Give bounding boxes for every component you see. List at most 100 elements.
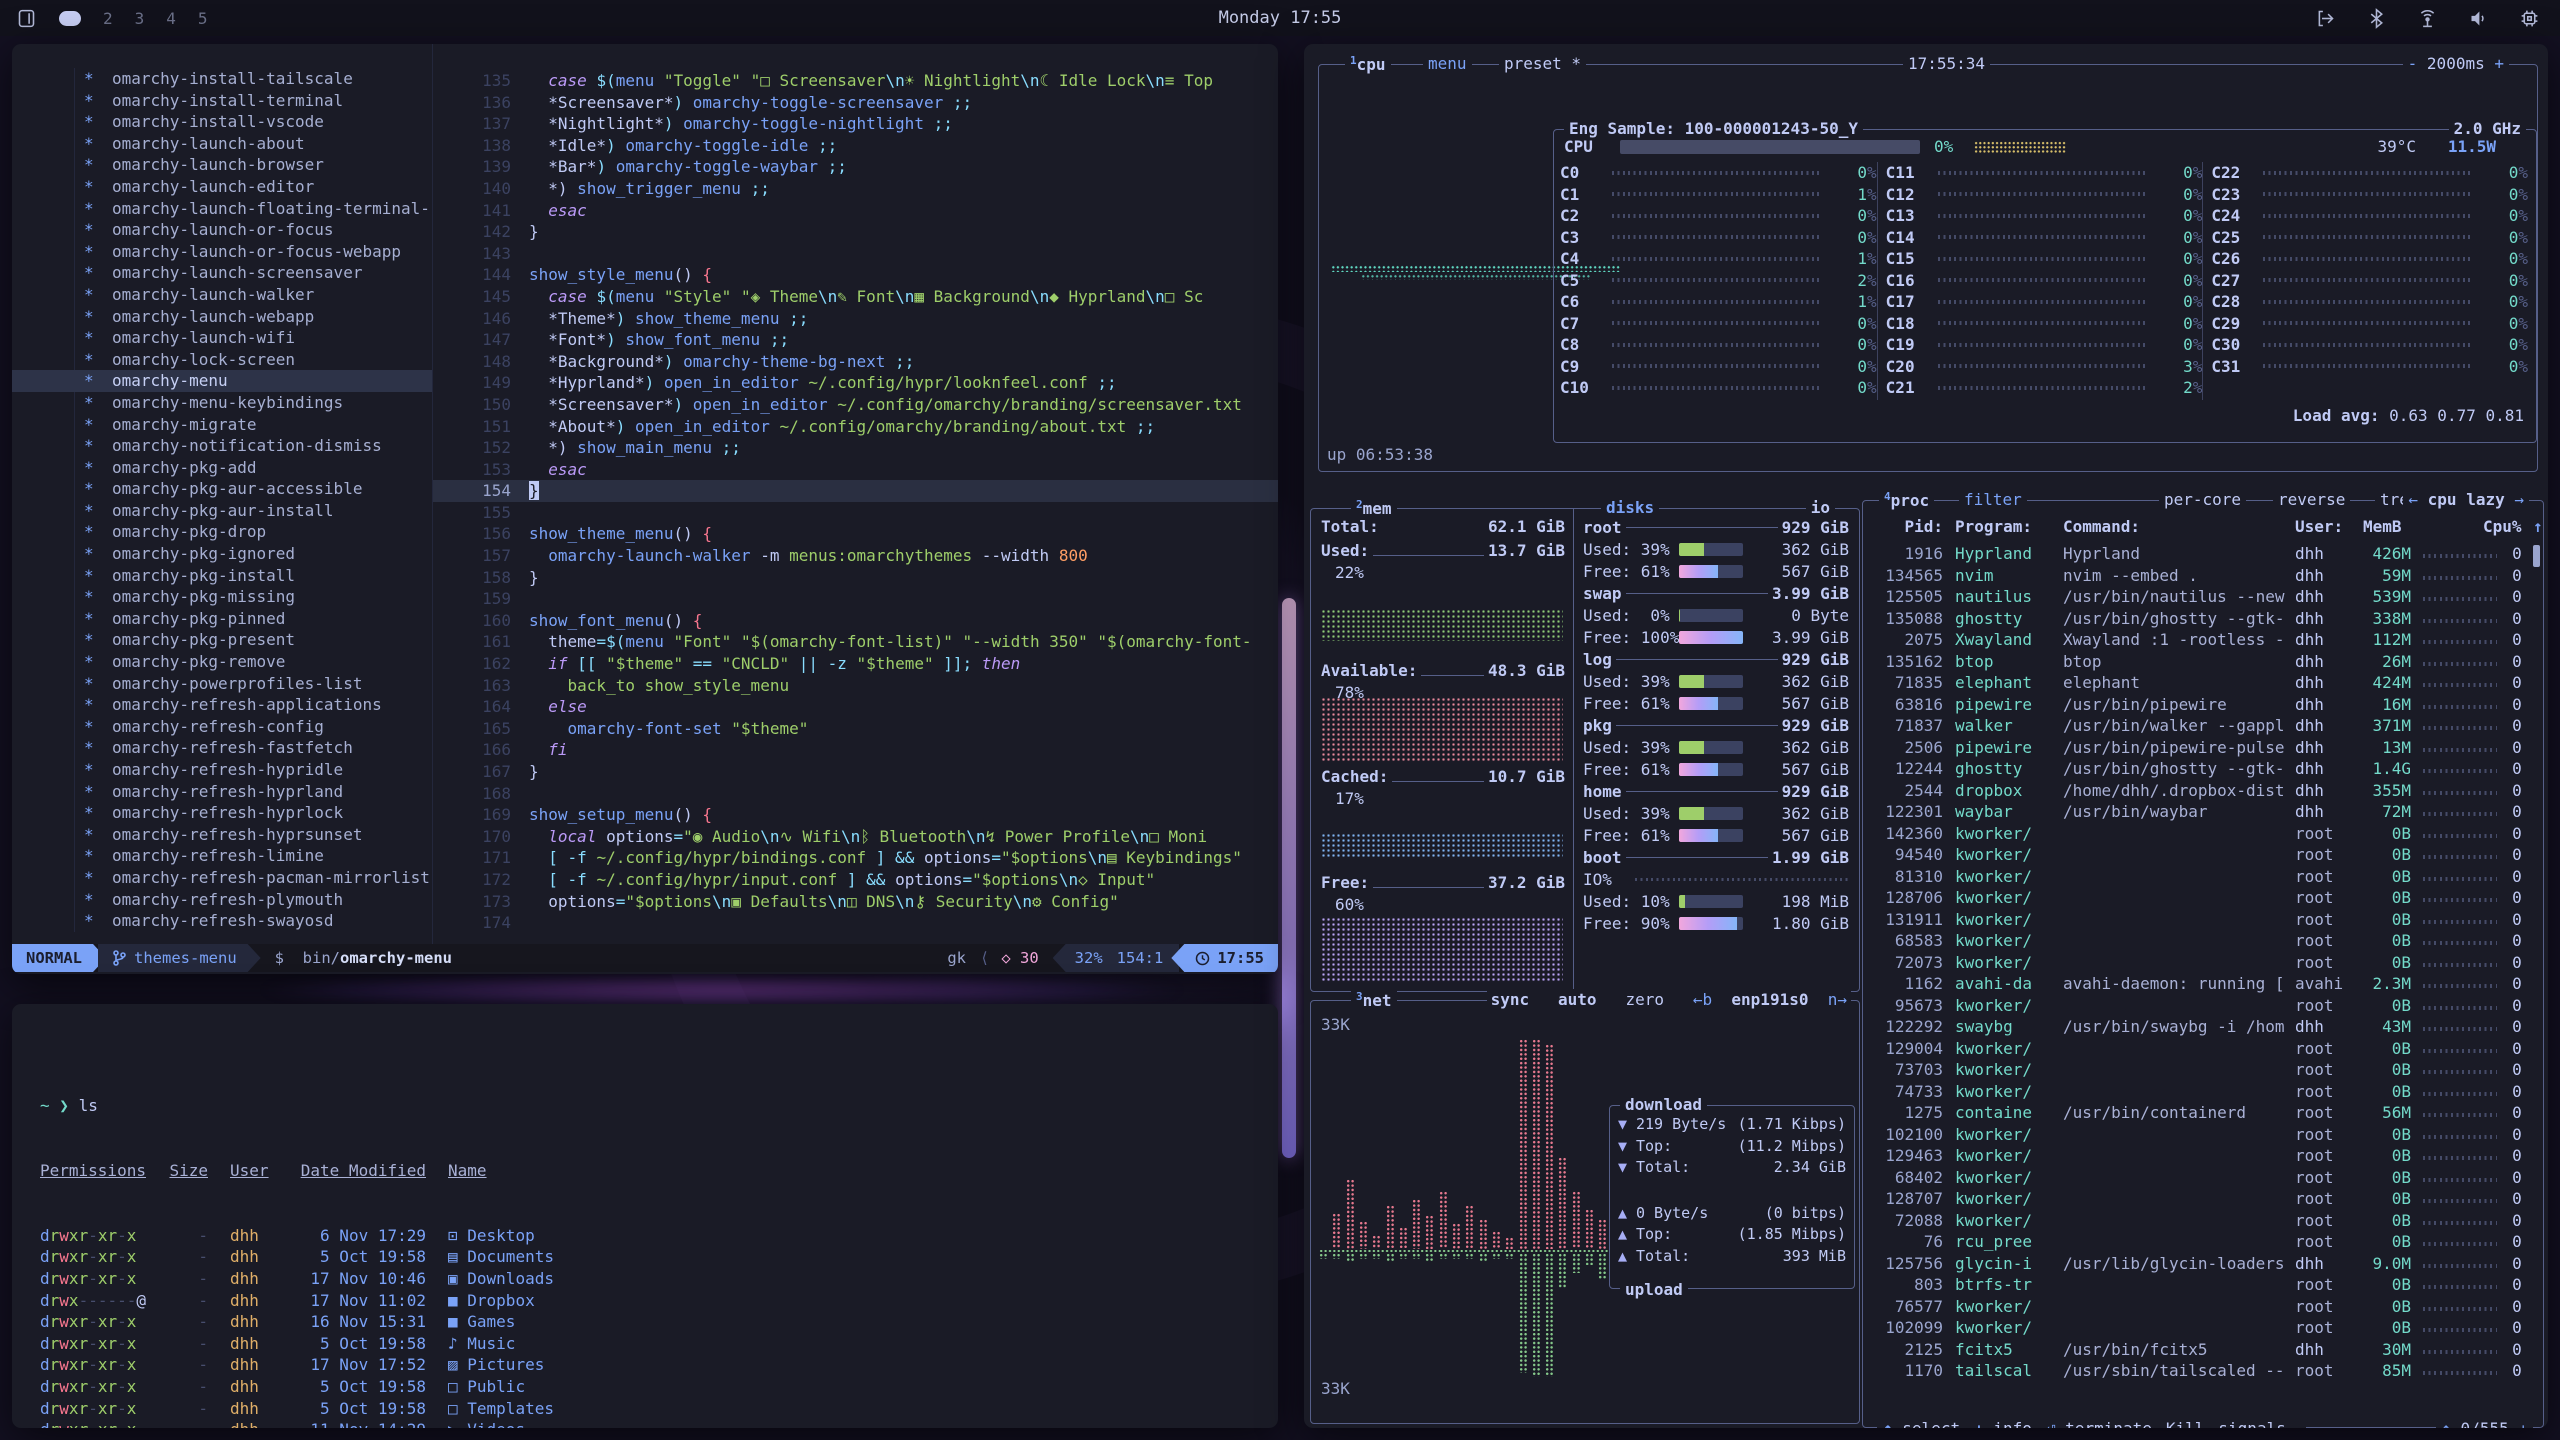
file-list-item[interactable]: *omarchy-refresh-hypridle	[12, 759, 432, 781]
process-row[interactable]: 131911 kworker/ root 0B 0.0	[1871, 909, 2521, 931]
proc-percore-button[interactable]: per-core	[2159, 490, 2246, 509]
proc-scrollbar[interactable]	[2533, 545, 2540, 1381]
process-row[interactable]: 72088 kworker/ root 0B 0.0	[1871, 1210, 2521, 1232]
process-row[interactable]: 128706 kworker/ root 0B 0.0	[1871, 887, 2521, 909]
code-line[interactable]: 164 else	[433, 696, 1278, 718]
code-line[interactable]: 141 esac	[433, 200, 1278, 222]
file-list-item[interactable]: *omarchy-install-vscode	[12, 111, 432, 133]
code-line[interactable]: 145 case $(menu "Style" "◈ Theme\n✎ Font…	[433, 286, 1278, 308]
process-row[interactable]: 71837 walker /usr/bin/walker --gappl dhh…	[1871, 715, 2521, 737]
net-next-iface[interactable]: n→	[1828, 990, 1847, 1009]
code-line[interactable]: 146 *Theme*) show_theme_menu ;;	[433, 308, 1278, 330]
code-line[interactable]: 168	[433, 783, 1278, 805]
process-row[interactable]: 68402 kworker/ root 0B 0.0	[1871, 1167, 2521, 1189]
code-line[interactable]: 171 [ -f ~/.config/hypr/bindings.conf ] …	[433, 847, 1278, 869]
file-list-item[interactable]: *omarchy-menu	[12, 370, 432, 392]
terminal-window[interactable]: ~ ❯ ls Permissions Size User Date Modifi…	[12, 1004, 1278, 1428]
file-list-item[interactable]: *omarchy-pkg-remove	[12, 651, 432, 673]
code-line[interactable]: 139 *Bar*) omarchy-toggle-waybar ;;	[433, 156, 1278, 178]
code-line[interactable]: 148 *Background*) omarchy-theme-bg-next …	[433, 351, 1278, 373]
process-row[interactable]: 803 btrfs-tr root 0B 0.0	[1871, 1274, 2521, 1296]
code-line[interactable]: 156show_theme_menu() {	[433, 523, 1278, 545]
process-row[interactable]: 2125 fcitx5 /usr/bin/fcitx5 dhh 30M 0.0	[1871, 1339, 2521, 1361]
process-row[interactable]: 2075 Xwayland Xwayland :1 -rootless - dh…	[1871, 629, 2521, 651]
code-line[interactable]: 138 *Idle*) omarchy-toggle-idle ;;	[433, 135, 1278, 157]
file-list-pane[interactable]: *omarchy-install-tailscale*omarchy-insta…	[12, 44, 432, 944]
file-list-item[interactable]: *omarchy-powerprofiles-list	[12, 673, 432, 695]
file-list-item[interactable]: *omarchy-lock-screen	[12, 349, 432, 371]
code-line[interactable]: 155	[433, 502, 1278, 524]
code-line[interactable]: 167}	[433, 761, 1278, 783]
process-row[interactable]: 1275 containe /usr/bin/containerd root 5…	[1871, 1102, 2521, 1124]
process-row[interactable]: 2506 pipewire /usr/bin/pipewire-pulse dh…	[1871, 737, 2521, 759]
code-line[interactable]: 172 [ -f ~/.config/hypr/input.conf ] && …	[433, 869, 1278, 891]
code-line[interactable]: 144show_style_menu() {	[433, 264, 1278, 286]
code-line[interactable]: 169show_setup_menu() {	[433, 804, 1278, 826]
process-row[interactable]: 76577 kworker/ root 0B 0.0	[1871, 1296, 2521, 1318]
file-list-item[interactable]: *omarchy-pkg-add	[12, 457, 432, 479]
file-list-item[interactable]: *omarchy-notification-dismiss	[12, 435, 432, 457]
net-tab-auto[interactable]: auto	[1558, 990, 1597, 1009]
file-list-item[interactable]: *omarchy-pkg-missing	[12, 586, 432, 608]
file-list-item[interactable]: *omarchy-menu-keybindings	[12, 392, 432, 414]
mem-box-title[interactable]: 2mem	[1351, 498, 1397, 518]
process-row[interactable]: 94540 kworker/ root 0B 0.0	[1871, 844, 2521, 866]
process-row[interactable]: 81310 kworker/ root 0B 0.0	[1871, 866, 2521, 888]
net-tab-zero[interactable]: zero	[1625, 990, 1664, 1009]
process-row[interactable]: 122292 swaybg /usr/bin/swaybg -i /hom dh…	[1871, 1016, 2521, 1038]
file-list-item[interactable]: *omarchy-launch-walker	[12, 284, 432, 306]
file-list-item[interactable]: *omarchy-pkg-present	[12, 629, 432, 651]
code-line[interactable]: 158}	[433, 567, 1278, 589]
net-tab-sync[interactable]: sync	[1491, 990, 1530, 1009]
process-row[interactable]: 135088 ghostty /usr/bin/ghostty --gtk- d…	[1871, 608, 2521, 630]
code-line[interactable]: 142}	[433, 221, 1278, 243]
code-line[interactable]: 166 fi	[433, 739, 1278, 761]
process-row[interactable]: 125505 nautilus /usr/bin/nautilus --new …	[1871, 586, 2521, 608]
file-list-item[interactable]: *omarchy-launch-about	[12, 133, 432, 155]
code-line[interactable]: 153 esac	[433, 459, 1278, 481]
code-pane[interactable]: 135 case $(menu "Toggle" "□ Screensaver\…	[433, 44, 1278, 944]
code-line[interactable]: 173 options="$options\n▣ Defaults\n◫ DNS…	[433, 891, 1278, 913]
file-list-item[interactable]: *omarchy-migrate	[12, 414, 432, 436]
file-list-item[interactable]: *omarchy-refresh-hyprlock	[12, 802, 432, 824]
code-line[interactable]: 147 *Font*) show_font_menu ;;	[433, 329, 1278, 351]
process-row[interactable]: 128707 kworker/ root 0B 0.0	[1871, 1188, 2521, 1210]
file-list-item[interactable]: *omarchy-launch-wifi	[12, 327, 432, 349]
file-list-item[interactable]: *omarchy-install-terminal	[12, 90, 432, 112]
file-list-item[interactable]: *omarchy-refresh-hyprsunset	[12, 824, 432, 846]
file-list-item[interactable]: *omarchy-refresh-plymouth	[12, 889, 432, 911]
code-line[interactable]: 161 theme=$(menu "Font" "$(omarchy-font-…	[433, 631, 1278, 653]
process-row[interactable]: 102099 kworker/ root 0B 0.0	[1871, 1317, 2521, 1339]
file-list-item[interactable]: *omarchy-pkg-aur-accessible	[12, 478, 432, 500]
process-row[interactable]: 76 rcu_pree root 0B 0.0	[1871, 1231, 2521, 1253]
code-line[interactable]: 162 if [[ "$theme" == "CNCLD" || -z "$th…	[433, 653, 1278, 675]
file-list-item[interactable]: *omarchy-launch-editor	[12, 176, 432, 198]
process-row[interactable]: 95673 kworker/ root 0B 0.0	[1871, 995, 2521, 1017]
code-line[interactable]: 170 local options="◉ Audio\n∿ Wifi\nᛒ Bl…	[433, 826, 1278, 848]
file-list-item[interactable]: *omarchy-install-tailscale	[12, 68, 432, 90]
process-row[interactable]: 134565 nvim nvim --embed . dhh 59M 0.0	[1871, 565, 2521, 587]
file-list-item[interactable]: *omarchy-refresh-config	[12, 716, 432, 738]
net-box-title[interactable]: 3net	[1351, 990, 1397, 1010]
process-row[interactable]: 129463 kworker/ root 0B 0.0	[1871, 1145, 2521, 1167]
file-list-item[interactable]: *omarchy-refresh-fastfetch	[12, 737, 432, 759]
code-line[interactable]: 140 *) show_trigger_menu ;;	[433, 178, 1278, 200]
file-list-item[interactable]: *omarchy-refresh-limine	[12, 845, 432, 867]
file-list-item[interactable]: *omarchy-pkg-pinned	[12, 608, 432, 630]
menu-button[interactable]: menu	[1423, 54, 1472, 73]
process-row[interactable]: 12244 ghostty /usr/bin/ghostty --gtk- dh…	[1871, 758, 2521, 780]
process-row[interactable]: 1170 tailscal /usr/sbin/tailscaled -- ro…	[1871, 1360, 2521, 1382]
btop-window[interactable]: 1cpu menu preset * 17:55:34 - 2000ms + u…	[1304, 44, 2548, 1428]
file-list-item[interactable]: *omarchy-pkg-drop	[12, 521, 432, 543]
process-row[interactable]: 102100 kworker/ root 0B 0.0	[1871, 1124, 2521, 1146]
code-line[interactable]: 157 omarchy-launch-walker -m menus:omarc…	[433, 545, 1278, 567]
proc-column-header[interactable]: Pid: Program: Command: User: MemB Cpu% ↑	[1871, 517, 2527, 539]
code-line[interactable]: 136 *Screensaver*) omarchy-toggle-screen…	[433, 92, 1278, 114]
proc-filter-button[interactable]: filter	[1959, 490, 2027, 509]
proc-box-title[interactable]: 4proc	[1879, 490, 1934, 510]
code-line[interactable]: 135 case $(menu "Toggle" "□ Screensaver\…	[433, 70, 1278, 92]
file-list-item[interactable]: *omarchy-launch-browser	[12, 154, 432, 176]
code-line[interactable]: 151 *About*) open_in_editor ~/.config/om…	[433, 416, 1278, 438]
file-list-item[interactable]: *omarchy-refresh-swayosd	[12, 910, 432, 932]
process-row[interactable]: 142360 kworker/ root 0B 0.0	[1871, 823, 2521, 845]
